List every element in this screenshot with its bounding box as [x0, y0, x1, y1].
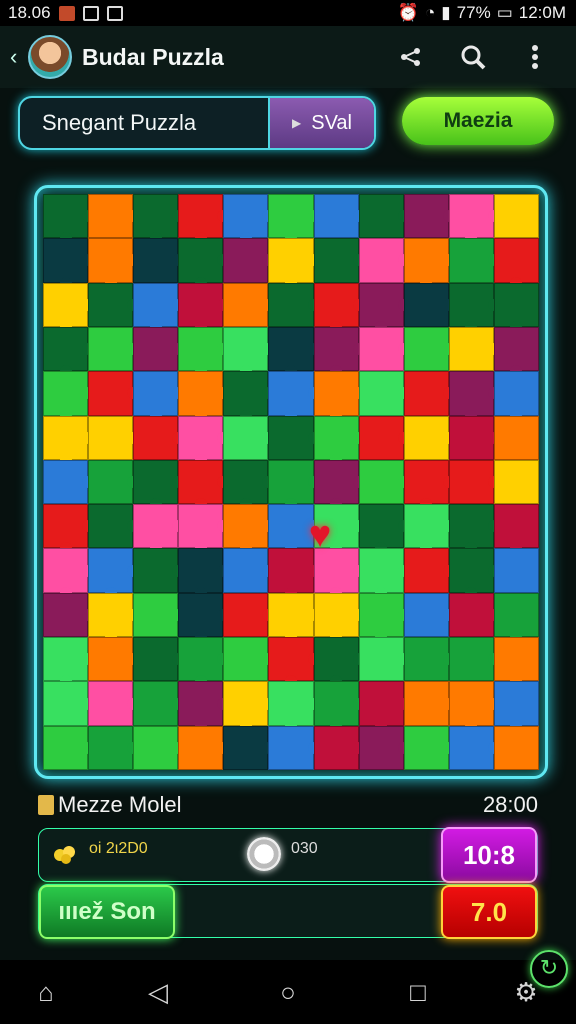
app-bar: ‹ Budaı Puzzla — [0, 26, 576, 88]
puzzle-piece[interactable] — [268, 371, 314, 416]
battery-icon: ▭ — [496, 3, 513, 22]
puzzle-piece[interactable] — [493, 415, 539, 460]
status-bar: 18.06 ⏰ ◔ ▮ 77% ▭ 12:0M — [0, 0, 576, 26]
start-button[interactable]: ıııež Son — [39, 885, 175, 939]
primary-button[interactable]: Maezia — [402, 97, 554, 145]
puzzle-piece[interactable] — [313, 371, 359, 416]
puzzle-piece[interactable] — [358, 459, 404, 505]
puzzle-piece[interactable] — [358, 371, 404, 416]
puzzle-piece[interactable] — [358, 637, 404, 682]
puzzle-piece[interactable] — [313, 725, 359, 770]
puzzle-piece[interactable] — [493, 681, 539, 726]
wifi-icon: ◔ — [425, 3, 436, 22]
signal-icon: ▮ — [441, 3, 451, 22]
nav-bar: ⌂ ◁ ○ □ ⚙ — [0, 960, 576, 1024]
action-bar: ıııež Son 7.0 — [38, 884, 538, 939]
app-title: Budaı Puzzla — [82, 43, 224, 70]
timer: 28:00 — [482, 792, 538, 817]
puzzle-piece[interactable] — [358, 326, 404, 372]
screenshot-icon — [106, 5, 123, 21]
search-icon[interactable] — [460, 44, 486, 70]
search-combo[interactable]: Snegant Puzzla ▶ SVal — [18, 96, 376, 150]
recents-icon[interactable]: □ — [404, 978, 432, 1006]
refresh-icon[interactable]: ↻ — [530, 950, 568, 988]
mode-select[interactable]: ▶ SVal — [268, 98, 374, 148]
puzzle-piece[interactable] — [268, 238, 314, 283]
puzzle-piece[interactable] — [358, 194, 404, 239]
mode-icon — [38, 795, 54, 815]
recents-home-icon[interactable]: ○ — [274, 978, 302, 1006]
puzzle-piece[interactable] — [358, 725, 404, 770]
dropdown-icon: ▶ — [292, 116, 302, 130]
image-icon — [82, 5, 99, 21]
puzzle-piece[interactable] — [493, 725, 539, 770]
mode-label: Mezze Molel — [58, 792, 182, 817]
puzzle-piece[interactable] — [493, 548, 539, 593]
notification-icon — [58, 5, 75, 21]
more-vert-icon[interactable] — [522, 44, 548, 70]
puzzle-piece[interactable] — [268, 282, 314, 327]
puzzle-piece[interactable] — [268, 725, 314, 770]
puzzle-piece[interactable] — [493, 194, 539, 239]
puzzle-grid[interactable] — [43, 194, 539, 770]
share-icon[interactable] — [398, 44, 424, 70]
puzzle-piece[interactable] — [268, 415, 314, 460]
search-field[interactable]: Snegant Puzzla — [20, 98, 268, 148]
puzzle-piece[interactable] — [358, 238, 404, 283]
puzzle-piece[interactable] — [493, 371, 539, 416]
back-icon[interactable]: ◁ — [144, 978, 172, 1006]
puzzle-piece[interactable] — [493, 459, 539, 505]
status-clock: 12:0M — [518, 3, 566, 22]
puzzle-piece[interactable] — [493, 238, 539, 283]
puzzle-piece[interactable] — [313, 238, 359, 283]
puzzle-piece[interactable] — [358, 415, 404, 460]
mode-row: Mezze Molel 28:00 — [38, 790, 538, 820]
puzzle-board[interactable]: ♥ — [34, 185, 548, 779]
coins-icon — [54, 846, 75, 864]
battery-percent: 77% — [456, 3, 491, 22]
slider-value: 030 — [291, 840, 318, 857]
avatar[interactable] — [28, 35, 72, 79]
back-arrow-icon[interactable]: ‹ — [10, 46, 28, 68]
stats-bar: oi 2ι2D0 030 10:8 — [38, 827, 538, 883]
moves-badge: 10:8 — [441, 827, 537, 883]
alarm-icon: ⏰ — [397, 3, 420, 22]
select-value: SVal — [311, 111, 352, 134]
home-icon[interactable]: ⌂ — [32, 978, 60, 1006]
heart-icon: ♥ — [308, 514, 332, 556]
score-badge: 7.0 — [441, 885, 537, 939]
slider-knob[interactable] — [247, 837, 281, 871]
status-time: 18.06 — [8, 3, 51, 22]
puzzle-piece[interactable] — [313, 194, 359, 239]
coins-value: oi 2ι2D0 — [89, 840, 148, 857]
